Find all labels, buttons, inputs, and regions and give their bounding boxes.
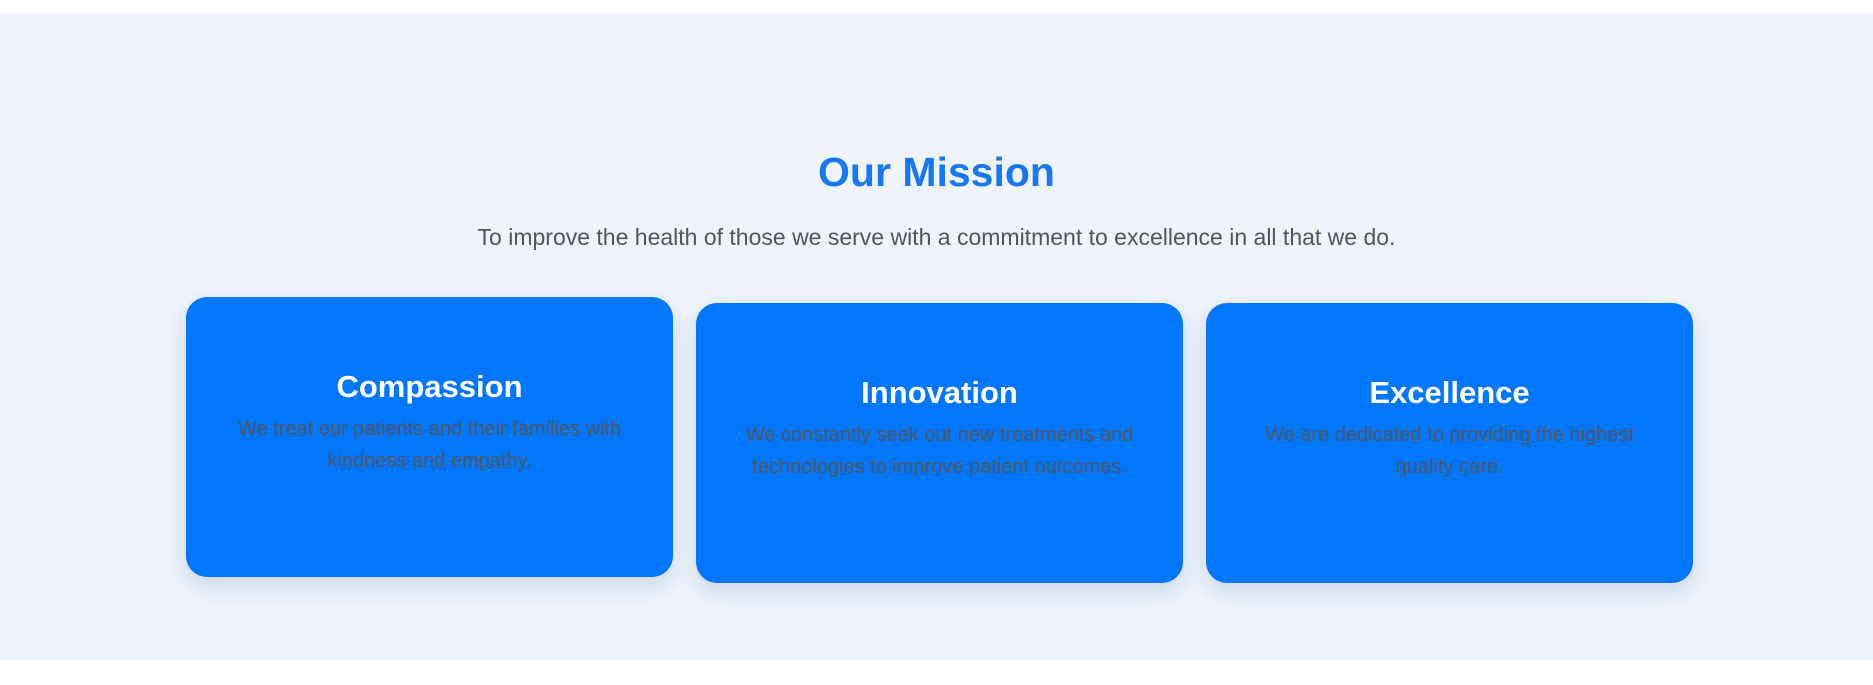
mission-title: Our Mission <box>818 149 1055 195</box>
value-card-excellence: Excellence We are dedicated to providing… <box>1206 303 1693 583</box>
value-card-title: Compassion <box>336 369 523 404</box>
value-card-title: Innovation <box>861 375 1018 410</box>
value-card-description: We are dedicated to providing the highes… <box>1265 424 1634 478</box>
value-card-innovation: Innovation We constantly seek out new tr… <box>696 303 1183 583</box>
value-card-compassion: Compassion We treat our patients and the… <box>186 297 673 577</box>
mission-section: Our Mission To improve the health of tho… <box>0 13 1873 660</box>
mission-statement: To improve the health of those we serve … <box>477 224 1396 250</box>
value-card-title: Excellence <box>1369 375 1530 410</box>
value-card-description: We constantly seek out new treatments an… <box>745 424 1134 478</box>
value-card-description: We treat our patients and their families… <box>237 418 622 472</box>
